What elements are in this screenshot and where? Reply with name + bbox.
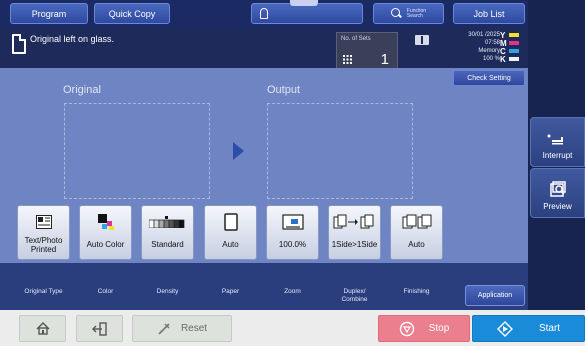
preview-button[interactable]: Preview — [530, 168, 585, 218]
time-text: 07:58 — [484, 40, 500, 46]
original-label: Original — [63, 84, 101, 96]
memory-value: 100 % — [482, 56, 500, 62]
user-icon — [260, 8, 268, 19]
status-strip: Original left on glass. No. of Sets 1 30… — [0, 28, 528, 69]
copy-screen: Program Quick Copy Function Search Job L… — [0, 0, 585, 346]
preview-icon — [549, 181, 566, 197]
reset-button[interactable]: Reset — [132, 315, 232, 342]
paper-label: Paper — [221, 288, 240, 295]
start-label: Start — [538, 323, 561, 334]
color-button[interactable]: Auto Color — [79, 205, 132, 260]
color-value: Auto Color — [86, 240, 125, 249]
output-label: Output — [267, 84, 301, 96]
density-label: Density — [156, 288, 179, 295]
color-icon — [97, 210, 115, 234]
density-button[interactable]: Standard — [141, 205, 194, 260]
original-type-icon — [35, 210, 52, 234]
datetime-memory: 30/01 /2025 07:58 Memory 100 % — [450, 31, 500, 63]
toner-levels: Y M C K — [500, 31, 526, 64]
original-type-button[interactable]: Text/Photo Printed — [17, 205, 70, 260]
keypad-icon — [343, 55, 352, 64]
function-search-label: Function Search — [406, 7, 427, 19]
duplex-value: 1Side>1Side — [331, 240, 378, 249]
start-icon — [496, 320, 513, 337]
preview-label: Preview — [543, 202, 572, 211]
stop-button[interactable]: Stop — [378, 315, 470, 342]
paper-value: Auto — [222, 240, 239, 249]
zoom-icon — [281, 210, 304, 234]
program-button[interactable]: Program — [10, 3, 88, 24]
finishing-icon — [402, 210, 432, 234]
function-search-button[interactable]: Function Search — [373, 3, 444, 24]
sets-label: No. of Sets — [341, 36, 371, 42]
toner-bar — [509, 49, 519, 53]
original-document-icon — [12, 34, 26, 54]
search-icon — [390, 8, 402, 19]
stop-label: Stop — [428, 323, 450, 334]
home-icon — [36, 322, 49, 335]
home-button[interactable] — [19, 315, 66, 342]
book-copy-icon — [415, 35, 429, 45]
toner-bar — [509, 33, 519, 37]
toner-bar — [509, 57, 519, 61]
sets-counter[interactable]: No. of Sets 1 — [336, 32, 398, 69]
paper-button[interactable]: Auto — [204, 205, 257, 260]
check-setting-button[interactable]: Check Setting — [453, 70, 525, 86]
exit-button[interactable] — [76, 315, 123, 342]
interrupt-button[interactable]: Interrupt — [530, 117, 585, 167]
function-strip — [0, 263, 528, 310]
arrow-right-icon — [233, 142, 244, 160]
original-type-label: Original Type — [24, 288, 63, 295]
quick-copy-button[interactable]: Quick Copy — [94, 3, 170, 24]
duplex-label: Duplex/ Combine — [341, 288, 368, 303]
zoom-value: 100.0% — [278, 240, 307, 249]
status-message: Original left on glass. — [30, 34, 115, 44]
interrupt-icon — [547, 134, 563, 145]
density-value: Standard — [151, 240, 184, 249]
eraser-icon — [158, 322, 170, 335]
stop-icon — [399, 321, 414, 336]
color-label: Color — [97, 288, 114, 295]
sets-value: 1 — [380, 51, 389, 68]
duplex-button[interactable]: 1Side>1Side — [328, 205, 381, 260]
duplex-icon — [333, 210, 377, 234]
pull-down-handle[interactable] — [290, 0, 318, 6]
toner-row-k: K — [500, 54, 526, 64]
density-icon — [148, 210, 187, 234]
original-preview-frame — [64, 103, 210, 199]
output-preview-frame — [267, 103, 413, 199]
user-button[interactable] — [251, 3, 363, 24]
start-button[interactable]: Start — [472, 315, 585, 342]
finishing-button[interactable]: Auto — [390, 205, 443, 260]
paper-icon — [223, 210, 238, 234]
zoom-label: Zoom — [284, 288, 301, 295]
date-text: 30/01 /2025 — [468, 32, 500, 38]
toner-letter: K — [500, 54, 506, 64]
toner-bar — [509, 41, 519, 45]
memory-label: Memory — [478, 48, 500, 54]
interrupt-label: Interrupt — [542, 151, 573, 160]
original-type-value: Text/Photo Printed — [24, 236, 63, 254]
exit-icon — [91, 321, 107, 336]
finishing-label: Finishing — [403, 288, 430, 295]
job-list-button[interactable]: Job List — [453, 3, 525, 24]
finishing-value: Auto — [408, 240, 425, 249]
application-button[interactable]: Application — [465, 285, 525, 306]
reset-label: Reset — [180, 323, 208, 334]
zoom-button[interactable]: 100.0% — [266, 205, 319, 260]
